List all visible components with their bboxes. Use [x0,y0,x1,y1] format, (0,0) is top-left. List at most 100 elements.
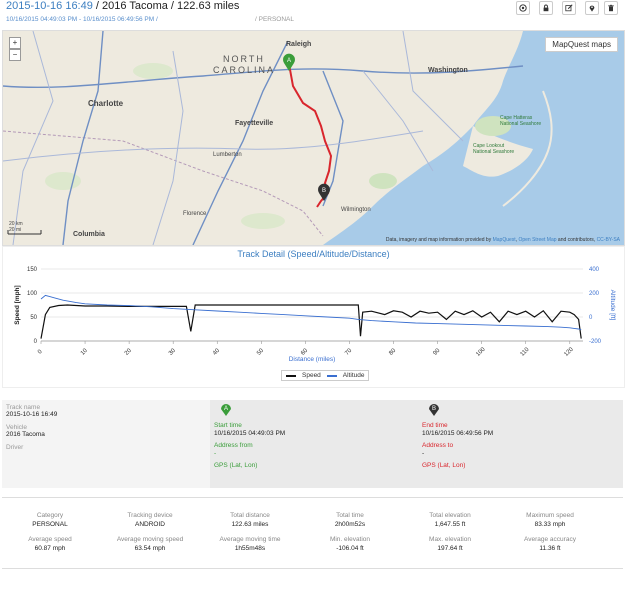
map-canvas: A B [3,31,553,245]
route-map[interactable]: A B Raleigh NORTH CAROLINA Charlotte Fay… [2,30,625,246]
stat-label: Average moving speed [116,536,184,543]
svg-text:A: A [287,58,291,64]
chart-xlabel: Distance (miles) [289,356,336,363]
stat-value: PERSONAL [32,521,68,528]
stats-divider-top [2,497,623,498]
stat-label: Average speed [28,536,72,543]
gps-start-label: GPS (Lat, Lon) [214,462,258,469]
track-name-value: 2015-10-16 16:49 [6,411,58,418]
stat-label: Average moving time [219,536,281,543]
stat-label: Maximum speed [526,512,574,519]
delete-button[interactable] [604,1,618,15]
svg-text:B: B [432,406,436,412]
chart-xtick-label: 10 [80,347,89,356]
chart-ytick-left-label: 50 [30,315,37,321]
chart-ytick-left-label: 0 [34,339,38,345]
stat-max-speed: Maximum speed 83.33 mph [500,512,600,528]
map-label-charlotte: Charlotte [88,99,124,108]
zoom-in-button[interactable]: + [9,37,21,49]
edit-button[interactable] [562,1,576,15]
map-scale-mi: 20 mi [9,227,22,233]
map-provider-button[interactable]: MapQuest maps [545,37,618,52]
track-info-left: Track name 2015-10-16 16:49 Vehicle 2016… [6,404,206,451]
gps-end-label: GPS (Lat, Lon) [422,462,466,469]
chart-xtick-label: 100 [475,346,487,358]
stat-avg-speed: Average speed 60.87 mph [0,536,100,552]
start-time-label: Start time [214,422,242,429]
chart-ylabel-left: Speed [mph] [14,285,21,324]
legend-altitude-label[interactable]: Altitude [343,372,365,379]
map-label-florence: Florence [183,211,207,217]
legend-speed-label[interactable]: Speed [302,372,321,379]
track-name-label: Track name [6,404,41,411]
legend-speed-swatch [286,374,296,377]
stat-label: Total distance [230,512,270,519]
lock-icon [543,4,549,12]
map-label-lumberton: Lumberton [213,152,242,158]
stat-value: 122.63 miles [231,521,269,528]
svg-text:B: B [322,188,326,194]
attribution-link-osm[interactable]: Open Street Map [518,237,556,243]
track-toolbar-view-button[interactable] [516,1,530,15]
attribution-link-mapquest[interactable]: MapQuest [493,237,516,243]
zoom-out-button[interactable]: − [9,49,21,61]
chart-xtick-label: 20 [124,347,133,356]
chart-xtick-label: 40 [212,347,221,356]
stat-tracking-device: Tracking device ANDROID [100,512,200,528]
map-attribution: Data, imagery and map information provid… [385,237,620,243]
stat-total-distance: Total distance 122.63 miles [200,512,300,528]
stat-max-elevation: Max. elevation 197.64 ft [400,536,500,552]
stat-label: Tracking device [127,512,173,519]
chart-ytick-right-label: 0 [589,315,593,321]
lock-button[interactable] [539,1,553,15]
stat-label: Total time [336,512,364,519]
map-label-lookout: Cape Lookout National Seashore [473,143,515,155]
track-title-rest: / 2016 Tacoma / 122.63 miles [92,0,240,12]
chart-xtick-label: 90 [432,347,441,356]
edit-icon [565,4,573,12]
attribution-prefix: Data, imagery and map information provid… [385,237,493,243]
address-from-label: Address from [214,442,253,449]
driver-label: Driver [6,444,24,451]
attribution-link-license[interactable]: CC-BY-SA [597,237,620,243]
stat-value: 1,647.55 ft [434,521,466,528]
legend-altitude-swatch [326,374,337,377]
chart-ytick-right-label: 400 [589,267,600,273]
chart-xtick-label: 120 [563,346,575,358]
start-marker-icon: A [221,404,231,416]
stat-min-elevation: Min. elevation -106.04 ft [300,536,400,552]
map-label-fayetteville: Fayetteville [235,120,274,127]
stat-value: -106.04 ft [336,545,364,552]
target-icon [519,4,527,12]
track-info-panel: Track name 2015-10-16 16:49 Vehicle 2016… [2,400,623,488]
map-pin-icon [589,5,595,12]
stat-label: Category [36,512,64,519]
address-to-label: Address to [422,442,454,449]
stat-value: ANDROID [135,521,165,528]
track-title: 2015-10-16 16:49 / 2016 Tacoma / 122.63 … [6,0,239,14]
chart-series-altitude-line [40,294,582,331]
stat-value: 1h55m48s [234,545,266,552]
location-button[interactable] [585,1,599,15]
chart-ytick-left-label: 150 [27,267,38,273]
chart-xtick-label: 50 [256,347,265,356]
chart-ytick-right-label: -200 [589,339,602,345]
track-time-range: 10/16/2015 04:49:03 PM - 10/16/2015 06:4… [6,16,158,23]
track-info-start-end: A Start time 10/16/2015 04:49:03 PM Addr… [210,400,623,488]
map-label-carolina: CAROLINA [213,65,276,75]
stat-label: Max. elevation [429,536,471,543]
map-label-columbia: Columbia [73,231,105,238]
track-detail-chart: Track Detail (Speed/Altitude/Distance) 0… [2,246,625,388]
stat-label: Average accuracy [524,536,576,543]
chart-title: Track Detail (Speed/Altitude/Distance) [237,249,390,259]
attribution-mid: and contributors, [556,237,597,243]
svg-text:A: A [224,406,228,412]
address-from-value: - [214,450,217,457]
stat-category: Category PERSONAL [0,512,100,528]
track-category-tag: / PERSONAL [255,16,295,23]
stat-avg-moving-time: Average moving time 1h55m48s [200,536,300,552]
chart-ytick-left-label: 100 [27,291,38,297]
stat-avg-moving-speed: Average moving speed 63.54 mph [100,536,200,552]
chart-xtick-label: 30 [168,347,177,356]
track-datetime-link[interactable]: 2015-10-16 16:49 [6,0,93,12]
